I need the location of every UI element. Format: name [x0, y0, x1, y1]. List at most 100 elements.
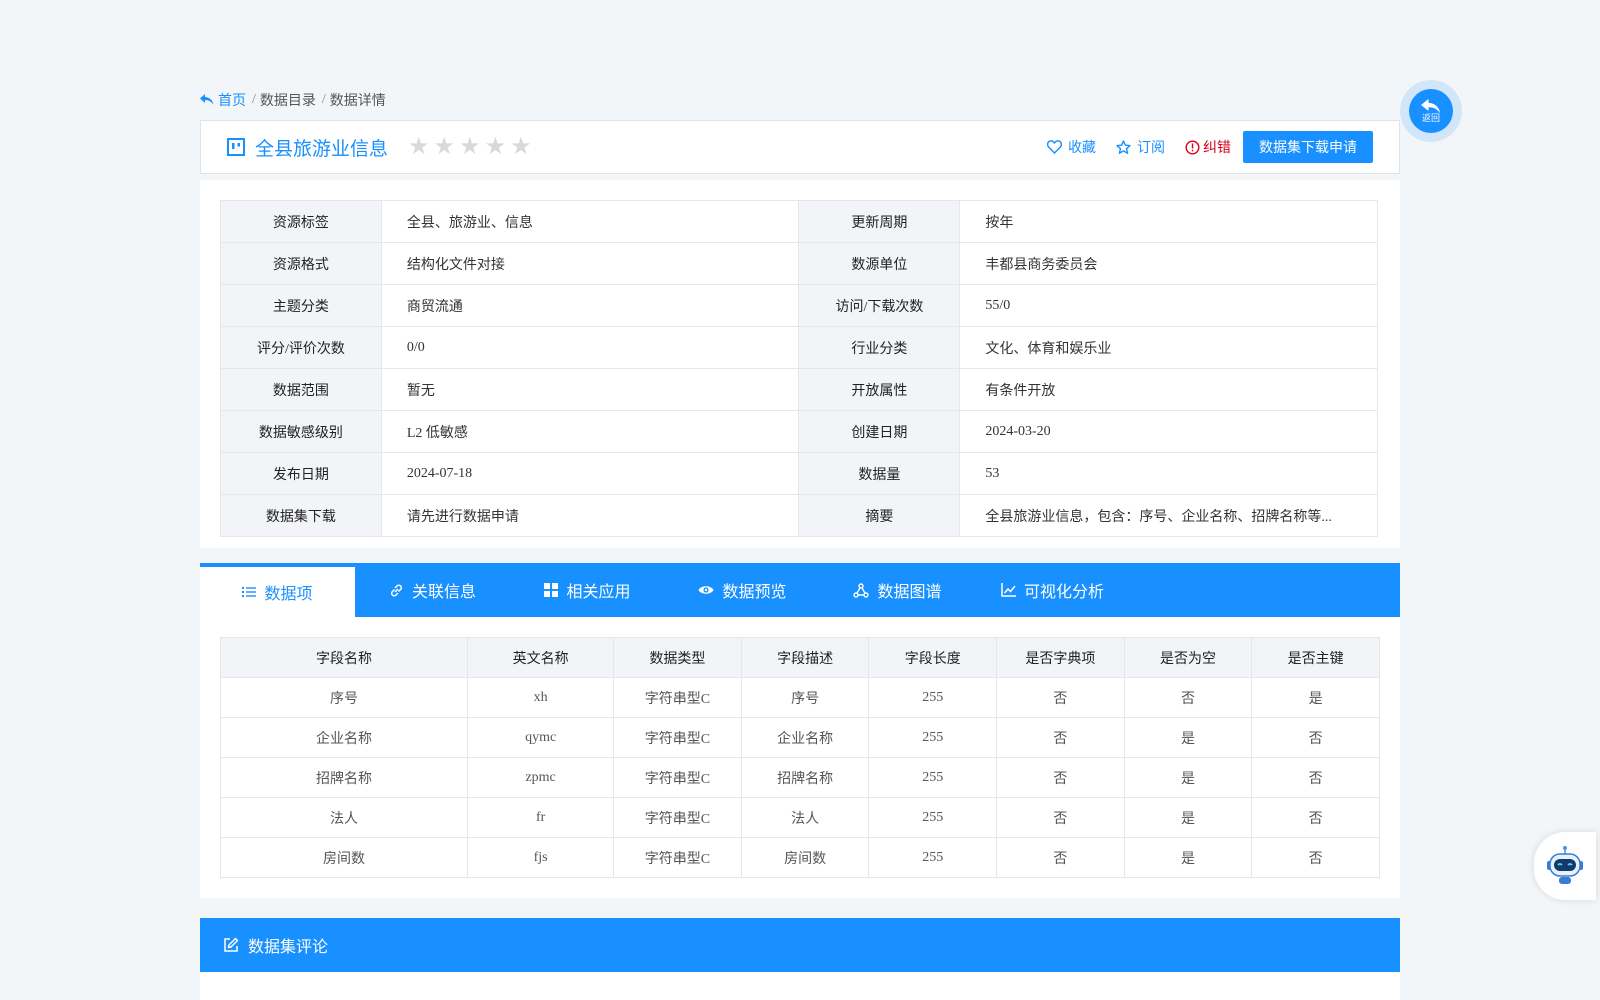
tab-eye[interactable]: 数据预览	[665, 563, 820, 617]
info-label: 评分/评价次数	[220, 326, 382, 369]
tab-link[interactable]: 关联信息	[355, 563, 510, 617]
info-value: 有条件开放	[959, 368, 1378, 411]
info-label: 数据敏感级别	[220, 410, 382, 453]
back-button[interactable]: 返回	[1400, 80, 1462, 142]
subscribe-button[interactable]: 订阅	[1116, 137, 1165, 157]
tab-grid[interactable]: 相关应用	[510, 563, 665, 617]
info-value: 按年	[959, 200, 1378, 243]
comments-title: 数据集评论	[248, 937, 329, 956]
eye-icon	[698, 584, 714, 596]
table-cell: 是	[1123, 717, 1253, 758]
table-cell: xh	[467, 677, 615, 718]
rating-star-icon[interactable]: ★	[485, 135, 507, 159]
assistant-robot-button[interactable]	[1534, 832, 1596, 900]
info-row: 数据集下载 请先进行数据申请 摘要 全县旅游业信息，包含：序号、企业名称、招牌名称等.…	[220, 494, 1378, 537]
dataset-info-table: 资源标签 全县、旅游业、信息 更新周期 按年 资源格式 结构化文件对接 数源单位 丰都县商务委…	[220, 200, 1378, 537]
tab-label: 关联信息	[411, 582, 476, 601]
dataset-actions: 收藏 订阅 纠错 数据集下载申请	[1047, 131, 1373, 163]
rating-star-icon[interactable]: ★	[510, 135, 532, 159]
favorite-button[interactable]: 收藏	[1047, 137, 1096, 157]
comments-body	[200, 972, 1400, 1000]
table-cell: 序号	[219, 677, 469, 718]
info-label: 数据集下载	[220, 494, 382, 537]
info-label: 创建日期	[798, 410, 961, 453]
tab-chart[interactable]: 可视化分析	[975, 563, 1130, 617]
column-header: 英文名称	[467, 637, 615, 678]
info-value: 结构化文件对接	[380, 242, 800, 285]
rating-stars[interactable]: ★ ★ ★ ★ ★	[408, 135, 532, 159]
table-cell: 字符串型C	[613, 717, 742, 758]
table-cell: 是	[1123, 837, 1253, 878]
link-icon	[389, 583, 404, 598]
info-value: 2024-07-18	[380, 452, 800, 495]
report-error-button[interactable]: 纠错	[1185, 137, 1231, 157]
table-cell: 法人	[740, 797, 870, 838]
grid-icon	[544, 583, 559, 597]
table-cell: 255	[868, 757, 998, 798]
info-label: 数据范围	[220, 368, 382, 411]
table-cell: 否	[1251, 717, 1380, 758]
info-value: 全县、旅游业、信息	[380, 200, 800, 243]
info-value: 丰都县商务委员会	[959, 242, 1378, 285]
tab-label: 数据图谱	[877, 582, 942, 601]
table-row: 房间数 fjs 字符串型C 房间数 255 否是否	[219, 837, 1380, 878]
info-label: 行业分类	[798, 326, 961, 369]
info-row: 评分/评价次数 0/0 行业分类 文化、体育和娱乐业	[220, 326, 1378, 369]
rating-star-icon[interactable]: ★	[408, 135, 430, 159]
table-cell: 招牌名称	[219, 757, 469, 798]
comments-header: 数据集评论	[200, 918, 1400, 972]
favorite-label: 收藏	[1068, 140, 1096, 156]
dataset-title: 全县旅游业信息	[255, 137, 389, 160]
subscribe-label: 订阅	[1137, 140, 1165, 156]
table-cell: 字符串型C	[613, 797, 742, 838]
table-row: 招牌名称 zpmc 字符串型C 招牌名称 255 否是否	[219, 757, 1380, 798]
info-row: 资源标签 全县、旅游业、信息 更新周期 按年	[220, 200, 1378, 243]
rating-star-icon[interactable]: ★	[434, 135, 456, 159]
table-cell: 字符串型C	[613, 677, 742, 718]
table-cell: 字符串型C	[613, 837, 742, 878]
heart-icon	[1047, 140, 1062, 154]
info-value: 请先进行数据申请	[380, 494, 800, 537]
table-cell: 255	[868, 717, 998, 758]
tab-graph[interactable]: 数据图谱	[820, 563, 975, 617]
data-items-panel: 字段名称 英文名称 数据类型 字段描述 字段长度 是否字典项 是否为空 是否主键 序号 xh 字符串…	[200, 617, 1400, 898]
column-header: 字段描述	[740, 637, 870, 678]
detail-tabs: 数据项 关联信息 相关应用 数据预览 数据图谱 可视化分析	[200, 563, 1400, 617]
report-error-label: 纠错	[1203, 140, 1231, 156]
table-cell: 否	[996, 837, 1125, 878]
apply-download-button[interactable]: 数据集下载申请	[1243, 131, 1373, 163]
breadcrumb-separator: /	[321, 92, 326, 107]
breadcrumb-item-catalog[interactable]: 数据目录	[260, 90, 316, 110]
table-cell: zpmc	[467, 757, 615, 798]
table-cell: 否	[996, 677, 1125, 718]
table-cell: qymc	[467, 717, 615, 758]
table-cell: fjs	[467, 837, 615, 878]
table-row: 法人 fr 字符串型C 法人 255 否是否	[219, 797, 1380, 838]
table-cell: 是	[1123, 757, 1253, 798]
tab-label: 数据项	[264, 584, 313, 603]
tab-label: 可视化分析	[1023, 582, 1104, 601]
info-label: 数据量	[798, 452, 961, 495]
dataset-info-panel: 资源标签 全县、旅游业、信息 更新周期 按年 资源格式 结构化文件对接 数源单位 丰都县商务委…	[200, 180, 1400, 548]
breadcrumb-home[interactable]: 首页	[200, 90, 246, 110]
table-cell: 否	[1251, 757, 1380, 798]
info-value: 商贸流通	[380, 284, 800, 327]
table-cell: 法人	[219, 797, 469, 838]
dataset-icon	[227, 138, 245, 156]
table-cell: 序号	[740, 677, 870, 718]
chart-icon	[1001, 583, 1016, 597]
edit-icon	[224, 937, 239, 952]
column-header: 字段长度	[868, 637, 998, 678]
rating-star-icon[interactable]: ★	[459, 135, 481, 159]
column-header: 是否主键	[1251, 637, 1380, 678]
star-outline-icon	[1116, 139, 1131, 154]
info-label: 摘要	[798, 494, 961, 537]
info-label: 资源格式	[220, 242, 382, 285]
info-row: 数据敏感级别 L2 低敏感 创建日期 2024-03-20	[220, 410, 1378, 453]
info-label: 数源单位	[798, 242, 961, 285]
tab-list[interactable]: 数据项	[200, 563, 355, 617]
table-cell: 否	[1123, 677, 1253, 718]
info-label: 更新周期	[798, 200, 961, 243]
info-value: 0/0	[380, 326, 800, 369]
table-row: 序号 xh 字符串型C 序号 255 否否是	[219, 677, 1380, 718]
